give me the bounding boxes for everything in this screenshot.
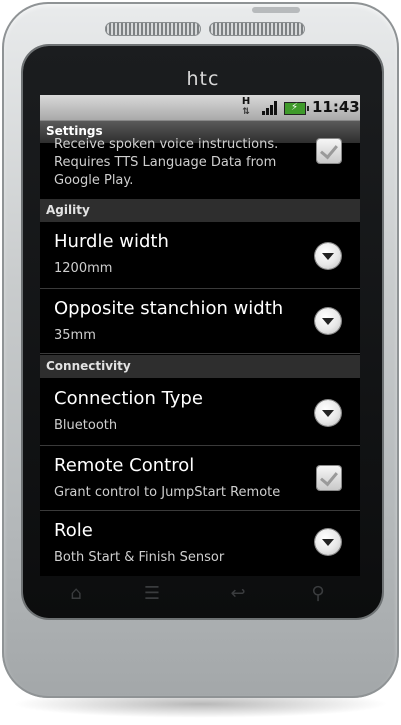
stanchion-width-dropdown-icon[interactable] [315,308,341,334]
battery-charging-icon: ⚡ [284,102,309,115]
earpiece-speaker-left [105,22,201,36]
list-item-opposite-stanchion-width[interactable]: Opposite stanchion width 35mm [40,289,360,354]
section-header-agility: Agility [40,199,360,222]
hardware-nav-bar: ⌂ ☰ ↩ ⚲ [21,577,380,613]
brand-logo: htc [186,68,220,90]
summary-line-3: Google Play. [54,173,134,188]
summary-line-1: Receive spoken voice instructions. [54,137,279,152]
voice-instructions-checkbox[interactable] [317,139,341,163]
earpiece-speaker-right [209,22,305,36]
role-dropdown-icon[interactable] [315,529,341,555]
item-title: Role [54,520,93,541]
status-bar: H ⇅ ⚡ 11:43 [40,95,360,120]
item-title: Connection Type [54,388,203,409]
status-clock: 11:43 [312,98,360,116]
list-item-hurdle-width[interactable]: Hurdle width 1200mm [40,222,360,289]
list-item-remote-control[interactable]: Remote Control Grant control to JumpStar… [40,446,360,511]
remote-control-checkbox[interactable] [317,466,341,490]
list-item-connection-type[interactable]: Connection Type Bluetooth [40,379,360,446]
network-type-label: H [241,96,251,107]
item-title: Hurdle width [54,231,169,252]
section-header-connectivity: Connectivity [40,355,360,378]
list-item-voice-instructions[interactable]: Receive spoken voice instructions. Requi… [40,137,360,198]
search-icon[interactable]: ⚲ [303,583,333,604]
connection-type-dropdown-icon[interactable] [315,400,341,426]
item-summary: Grant control to JumpStart Remote [54,485,281,500]
hurdle-width-dropdown-icon[interactable] [315,243,341,269]
item-title: Remote Control [54,455,195,476]
signal-strength-icon [262,101,278,115]
section-header-label: Agility [46,203,90,217]
item-summary: 35mm [54,328,96,343]
item-summary: Both Start & Finish Sensor [54,550,225,565]
device-screen: H ⇅ ⚡ 11:43 Settings Receive spoken voic… [40,95,360,576]
network-type-icon: H ⇅ [240,96,252,118]
item-title: Opposite stanchion width [54,298,284,319]
menu-icon[interactable]: ☰ [137,583,167,604]
home-icon[interactable]: ⌂ [61,583,91,604]
section-header-label: Connectivity [46,359,131,373]
proximity-sensor [252,7,300,13]
item-summary: Bluetooth [54,418,118,433]
back-icon[interactable]: ↩ [223,583,253,604]
list-item-role[interactable]: Role Both Start & Finish Sensor [40,511,360,576]
item-summary: 1200mm [54,261,113,276]
data-activity-icon: ⇅ [242,107,250,117]
voice-instructions-summary: Receive spoken voice instructions. Requi… [54,136,304,190]
summary-line-2: Requires TTS Language Data from [54,155,277,170]
